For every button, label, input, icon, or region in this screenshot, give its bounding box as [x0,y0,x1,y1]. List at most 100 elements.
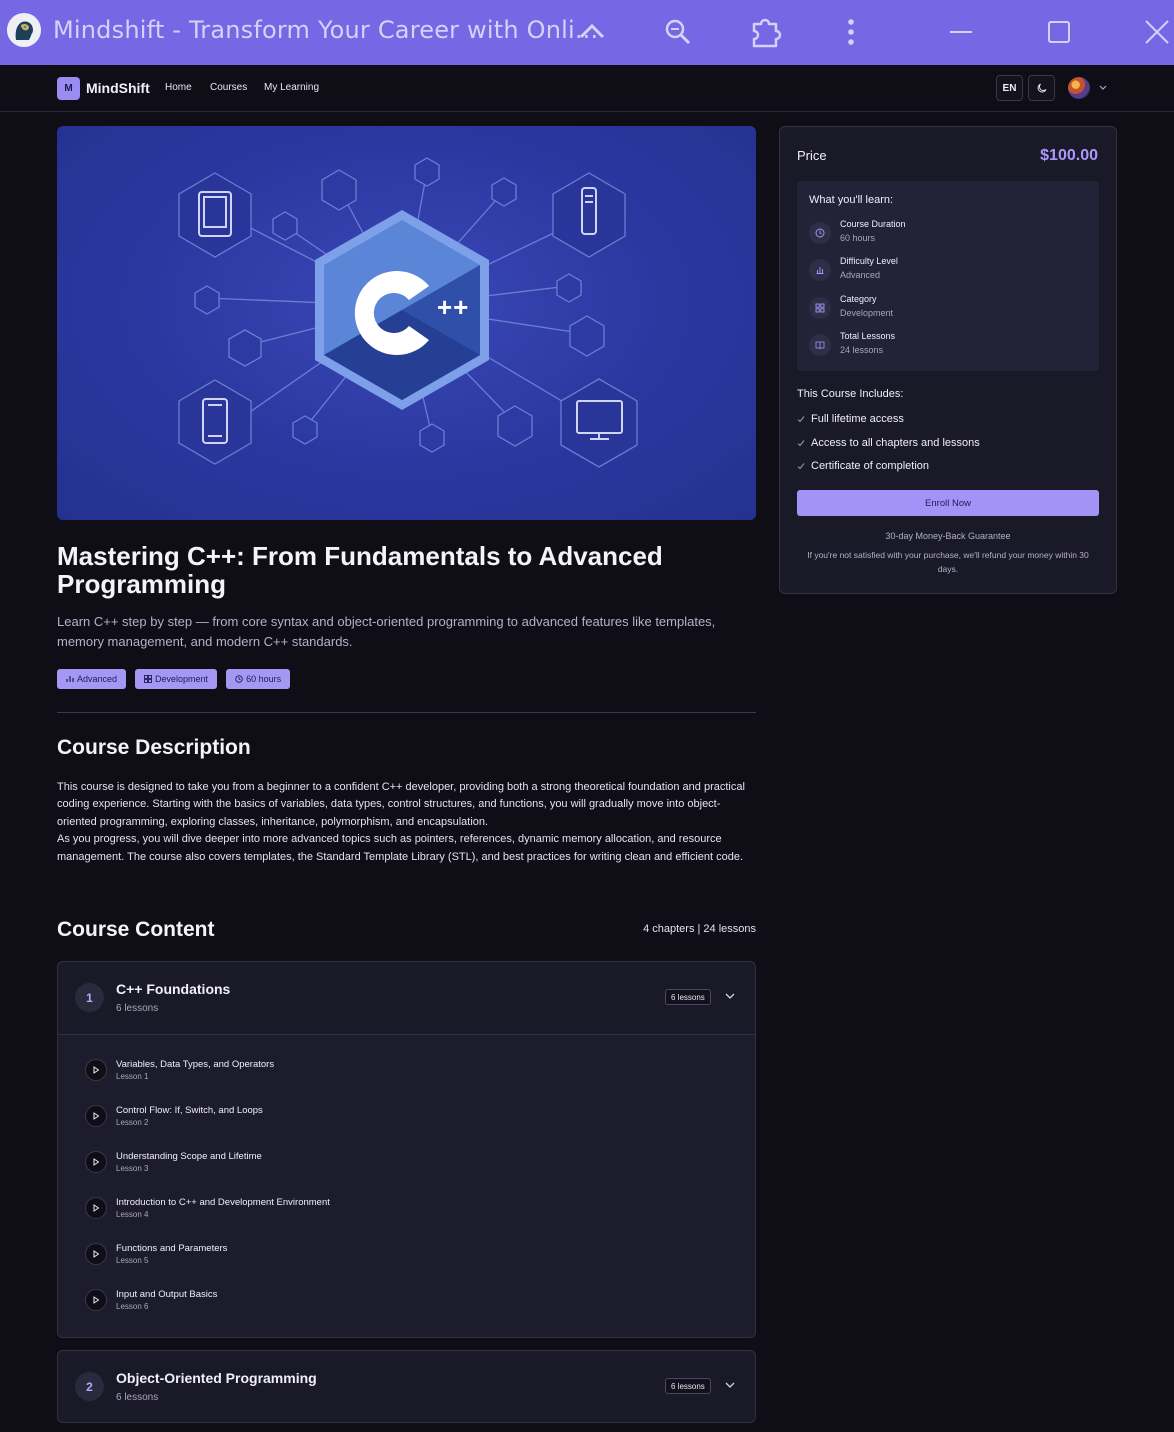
theme-toggle[interactable] [1028,75,1055,101]
grid-icon [809,297,831,319]
lesson-title: Functions and Parameters [116,1243,228,1254]
learn-item-difficulty: Difficulty Level Advanced [809,256,1089,286]
course-description: This course is designed to take you from… [57,779,756,866]
lesson-title: Control Flow: If, Switch, and Loops [116,1105,263,1116]
lesson-item[interactable]: Functions and Parameters Lesson 5 [58,1235,755,1281]
lesson-number: Lesson 3 [116,1164,149,1173]
brand-logo[interactable]: M [57,77,80,100]
chapter-title: Object-Oriented Programming [116,1370,317,1386]
learn-item-label: Total Lessons [840,331,896,341]
chapter-header[interactable]: 2 Object-Oriented Programming 6 lessons … [58,1351,755,1422]
lesson-item[interactable]: Introduction to C++ and Development Envi… [58,1189,755,1235]
description-heading: Course Description [57,736,251,759]
minimize-icon[interactable] [939,10,983,54]
chapter-header[interactable]: 1 C++ Foundations 6 lessons 6 lessons [58,962,755,1034]
price-label: Price [797,148,827,163]
chapter-card: 1 C++ Foundations 6 lessons 6 lessons Va… [57,961,756,1338]
include-item-label: Access to all chapters and lessons [811,437,980,449]
lesson-number: Lesson 1 [116,1072,149,1081]
check-icon [797,416,805,423]
lesson-title: Understanding Scope and Lifetime [116,1151,262,1162]
play-icon[interactable] [85,1197,107,1219]
course-tags: Advanced Development 60 hours [57,669,291,689]
include-item: Certificate of completion [797,460,929,472]
includes-title: This Course Includes: [797,388,904,400]
chapter-lessons-badge: 6 lessons [665,989,711,1005]
zoom-icon[interactable] [656,10,700,54]
chapter-lessons: Variables, Data Types, and Operators Les… [58,1034,755,1337]
content-summary: 4 chapters | 24 lessons [643,923,756,935]
description-paragraph-1: This course is designed to take you from… [57,781,745,828]
grid-icon [144,675,152,683]
top-navbar: M MindShift Home Courses My Learning EN [0,65,1174,112]
learn-item-lessons: Total Lessons 24 lessons [809,331,1089,361]
lesson-number: Lesson 2 [116,1118,149,1127]
include-item-label: Full lifetime access [811,413,904,425]
divider [57,712,756,713]
play-icon[interactable] [85,1059,107,1081]
course-subtitle: Learn C++ step by step — from core synta… [57,614,716,649]
include-item: Full lifetime access [797,413,904,425]
learn-item-value: Advanced [840,270,881,280]
extensions-icon[interactable] [744,10,788,54]
language-toggle[interactable]: EN [996,75,1023,101]
learn-item-value: 60 hours [840,233,876,243]
course-title: Mastering C++: From Fundamentals to Adva… [57,541,663,599]
guarantee-text: If you're not satisfied with your purcha… [807,550,1089,574]
lesson-title: Introduction to C++ and Development Envi… [116,1197,330,1208]
tag-category: Development [135,669,218,689]
lesson-title: Input and Output Basics [116,1289,218,1300]
clock-icon [235,675,243,683]
nav-link-my-learning[interactable]: My Learning [264,82,319,93]
play-icon[interactable] [85,1151,107,1173]
lesson-title: Variables, Data Types, and Operators [116,1059,275,1070]
learn-item-value: Development [840,308,894,318]
chapter-lesson-count: 6 lessons [116,1003,159,1014]
lesson-item[interactable]: Input and Output Basics Lesson 6 [58,1281,755,1327]
hero-plusplus: ++ [437,292,470,322]
learn-item-label: Difficulty Level [840,256,898,266]
tag-level-label: Advanced [77,674,118,684]
lesson-number: Lesson 4 [116,1210,149,1219]
bar-chart-icon [66,676,74,682]
chapter-title: C++ Foundations [116,981,231,997]
chapter-number: 2 [75,1372,104,1401]
learn-title: What you'll learn: [809,194,894,206]
include-item: Access to all chapters and lessons [797,437,980,449]
chapter-card: 2 Object-Oriented Programming 6 lessons … [57,1350,756,1423]
close-icon[interactable] [1135,10,1174,54]
user-avatar[interactable] [1068,77,1090,99]
content-heading: Course Content [57,918,215,941]
nav-link-home[interactable]: Home [165,82,192,93]
learn-item-value: 24 lessons [840,345,884,355]
chevron-down-icon[interactable] [1099,85,1107,91]
more-menu-icon[interactable] [829,10,873,54]
window-title: Mindshift - Transform Your Career with O… [53,16,599,44]
brand-name[interactable]: MindShift [86,80,150,96]
check-icon [797,440,805,447]
tag-duration: 60 hours [226,669,291,689]
lesson-item[interactable]: Understanding Scope and Lifetime Lesson … [58,1143,755,1189]
learn-item-category: Category Development [809,294,1089,324]
price-value: $100.00 [1040,147,1098,164]
learn-box: What you'll learn: Course Duration 60 ho… [797,181,1099,371]
play-icon[interactable] [85,1105,107,1127]
lesson-number: Lesson 6 [116,1302,149,1311]
nav-link-courses[interactable]: Courses [210,82,247,93]
tag-level: Advanced [57,669,127,689]
course-hero-image: ++ [57,126,756,520]
guarantee-title: 30-day Money-Back Guarantee [885,531,1011,541]
chevron-down-icon[interactable] [724,1379,736,1391]
chevron-up-icon[interactable] [570,10,614,54]
window-titlebar: Mindshift - Transform Your Career with O… [0,0,1174,65]
lesson-item[interactable]: Variables, Data Types, and Operators Les… [58,1051,755,1097]
tag-category-label: Development [155,674,209,684]
lesson-item[interactable]: Control Flow: If, Switch, and Loops Less… [58,1097,755,1143]
moon-icon [1037,83,1047,92]
learn-item-label: Course Duration [840,219,906,229]
play-icon[interactable] [85,1289,107,1311]
maximize-icon[interactable] [1037,10,1081,54]
enroll-button[interactable]: Enroll Now [797,490,1099,516]
chevron-down-icon[interactable] [724,990,736,1002]
play-icon[interactable] [85,1243,107,1265]
